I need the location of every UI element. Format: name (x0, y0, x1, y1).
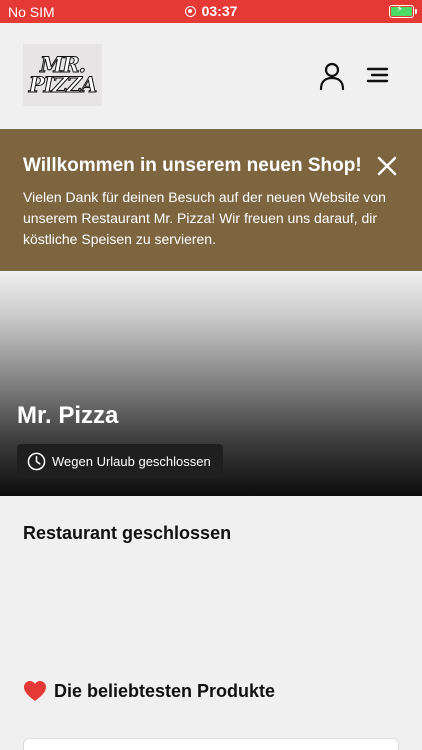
banner-text: Vielen Dank für deinen Besuch auf der ne… (23, 189, 386, 247)
banner-close-button[interactable] (376, 155, 398, 177)
heart-icon (24, 681, 46, 701)
logo-line-2: PIZZA (28, 72, 98, 97)
battery-fill (391, 4, 412, 16)
welcome-banner: Willkommen in unserem neuen Shop! Vielen… (0, 129, 422, 271)
status-bar: No SIM 03:37 (0, 0, 422, 23)
menu-icon (366, 67, 389, 83)
product-card[interactable] (23, 738, 399, 750)
popular-products-title: Die beliebtesten Produkte (54, 680, 276, 701)
menu-button[interactable] (364, 63, 390, 87)
recording-icon (184, 6, 196, 17)
banner-title: Willkommen in unserem neuen Shop! (23, 155, 362, 176)
clock-icon (27, 452, 46, 470)
status-time-group: 03:37 (0, 3, 422, 19)
opening-status-text: Wegen Urlaub geschlossen (52, 453, 211, 469)
user-icon (319, 62, 345, 91)
restaurant-closed-heading: Restaurant geschlossen (23, 523, 232, 543)
restaurant-hero: Mr. Pizza Wegen Urlaub geschlossen (0, 271, 422, 496)
site-header: MR. PIZZA (0, 23, 422, 129)
restaurant-logo[interactable]: MR. PIZZA (23, 44, 102, 106)
status-time: 03:37 (201, 3, 238, 19)
restaurant-name: Mr. Pizza (17, 402, 119, 429)
account-button[interactable] (319, 62, 345, 91)
battery-icon (389, 4, 417, 18)
close-icon (377, 156, 397, 176)
opening-status-badge: Wegen Urlaub geschlossen (17, 444, 223, 478)
popular-products-heading: Die beliebtesten Produkte (23, 680, 275, 702)
